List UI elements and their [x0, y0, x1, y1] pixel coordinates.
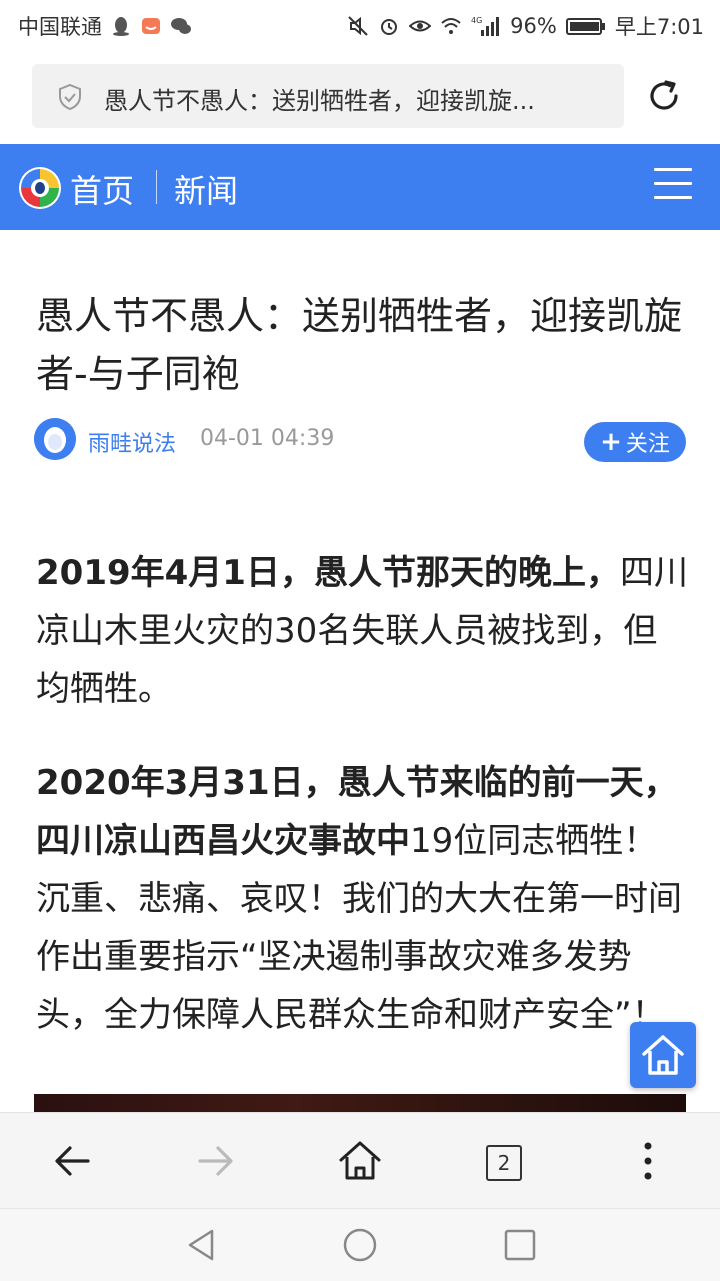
address-bar[interactable]: 愚人节不愚人：送别牺牲者，迎接凯旋... — [32, 64, 624, 128]
carrier-label: 中国联通 — [18, 15, 102, 39]
taobao-icon — [142, 18, 160, 34]
shield-icon — [59, 84, 81, 110]
paragraph-1-bold: 2019年4月1日，愚人节那天的晚上， — [36, 553, 620, 593]
tabs-button[interactable]: 2 — [480, 1137, 528, 1185]
article-paragraph-2: 2020年3月31日，愚人节来临的前一天，四川凉山西昌火灾事故中19位同志牺牲！… — [36, 754, 688, 1044]
address-text: 愚人节不愚人：送别牺牲者，迎接凯旋... — [104, 87, 535, 115]
qq-icon — [113, 17, 129, 36]
reload-icon[interactable] — [644, 76, 684, 116]
nav-divider — [156, 170, 157, 204]
battery-icon — [565, 18, 605, 35]
network-type-label: 4G — [471, 16, 482, 25]
eye-icon — [409, 20, 432, 32]
system-recents-icon[interactable] — [504, 1229, 536, 1261]
system-home-icon[interactable] — [342, 1227, 378, 1263]
site-header: 首页 新闻 — [0, 144, 720, 230]
system-back-icon[interactable] — [184, 1227, 218, 1263]
penguin-icon — [34, 418, 76, 460]
article-image[interactable] — [34, 1094, 686, 1112]
plus-icon: + — [600, 427, 622, 457]
menu-icon[interactable] — [654, 168, 692, 204]
status-bar: 中国联通 4G 96% 早上7:01 — [0, 0, 720, 50]
clock: 早上7:01 — [614, 15, 704, 39]
signal-icon: 4G — [471, 16, 500, 36]
back-arrow-icon[interactable] — [48, 1137, 96, 1185]
wechat-icon — [171, 18, 191, 34]
article-paragraph-1: 2019年4月1日，愚人节那天的晚上，四川凉山木里火灾的30名失联人员被找到，但… — [36, 544, 688, 718]
battery-percent: 96% — [510, 14, 557, 38]
address-bar-area: 愚人节不愚人：送别牺牲者，迎接凯旋... — [0, 50, 720, 144]
author-name[interactable]: 雨畦说法 — [88, 426, 176, 458]
nav-home-link[interactable]: 首页 — [70, 166, 134, 212]
author-row: 雨畦说法 04-01 04:39 + 关注 — [34, 416, 686, 466]
article-title: 愚人节不愚人：送别牺牲者，迎接凯旋者-与子同袍 — [36, 294, 683, 397]
mute-icon — [348, 16, 368, 36]
author-avatar[interactable] — [34, 418, 76, 460]
publish-time: 04-01 04:39 — [200, 426, 335, 451]
follow-label: 关注 — [625, 432, 670, 457]
home-icon[interactable] — [336, 1137, 384, 1185]
follow-button[interactable]: + 关注 — [584, 422, 686, 462]
back-to-home-button[interactable] — [630, 1022, 696, 1088]
system-navigation-bar — [0, 1208, 720, 1281]
home-icon — [642, 1035, 684, 1075]
alarm-icon — [381, 19, 398, 35]
browser-toolbar: 2 — [0, 1112, 720, 1209]
tab-count: 2 — [486, 1145, 522, 1181]
site-logo-icon[interactable] — [18, 166, 62, 210]
wifi-icon — [441, 18, 461, 34]
more-menu-icon[interactable] — [624, 1137, 672, 1185]
forward-arrow-icon[interactable] — [192, 1137, 240, 1185]
nav-news-link[interactable]: 新闻 — [174, 166, 238, 212]
